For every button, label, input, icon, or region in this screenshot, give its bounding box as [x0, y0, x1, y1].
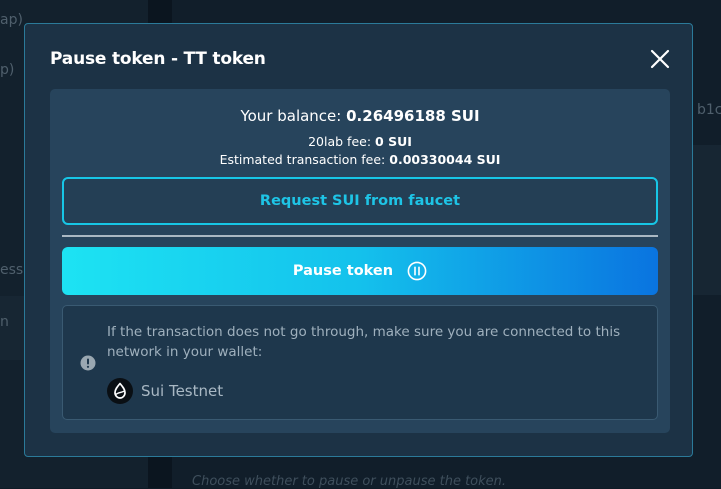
network-name: Sui Testnet — [141, 382, 224, 400]
sui-logo-icon — [107, 378, 133, 404]
divider — [62, 235, 658, 237]
background-text: n — [0, 314, 9, 330]
background-text: p) — [0, 62, 15, 78]
pause-token-modal: Pause token - TT token Your balance: 0.2… — [24, 23, 693, 457]
transaction-card: Your balance: 0.26496188 SUI 20lab fee: … — [50, 89, 670, 433]
lab-fee-line: 20lab fee: 0 SUI — [50, 134, 670, 149]
network-notice: If the transaction does not go through, … — [62, 305, 658, 420]
pause-circle-icon — [407, 261, 427, 281]
background-text: ap) — [0, 12, 23, 28]
close-icon — [650, 49, 670, 69]
network-info: Sui Testnet — [107, 378, 223, 404]
lab-fee-value: 0 SUI — [375, 134, 412, 149]
request-faucet-button[interactable]: Request SUI from faucet — [62, 177, 658, 225]
tx-fee-value: 0.00330044 SUI — [389, 152, 501, 167]
tx-fee-label: Estimated transaction fee: — [219, 152, 386, 167]
balance-line: Your balance: 0.26496188 SUI — [50, 107, 670, 125]
background-row — [693, 145, 721, 295]
background-hint: Choose whether to pause or unpause the t… — [192, 474, 507, 489]
lab-fee-label: 20lab fee: — [308, 134, 372, 149]
close-button[interactable] — [649, 48, 671, 70]
balance-label: Your balance: — [240, 107, 342, 125]
modal-title: Pause token - TT token — [50, 49, 266, 69]
tx-fee-line: Estimated transaction fee: 0.00330044 SU… — [50, 152, 670, 167]
balance-value: 0.26496188 SUI — [346, 107, 480, 125]
pause-token-label: Pause token — [292, 263, 394, 279]
notice-text: If the transaction does not go through, … — [107, 324, 621, 360]
background-text: b1c — [697, 102, 721, 118]
alert-icon — [80, 355, 96, 371]
pause-token-button[interactable]: Pause token — [62, 247, 658, 295]
background-text: ess — [0, 262, 24, 278]
request-faucet-label: Request SUI from faucet — [259, 193, 461, 209]
